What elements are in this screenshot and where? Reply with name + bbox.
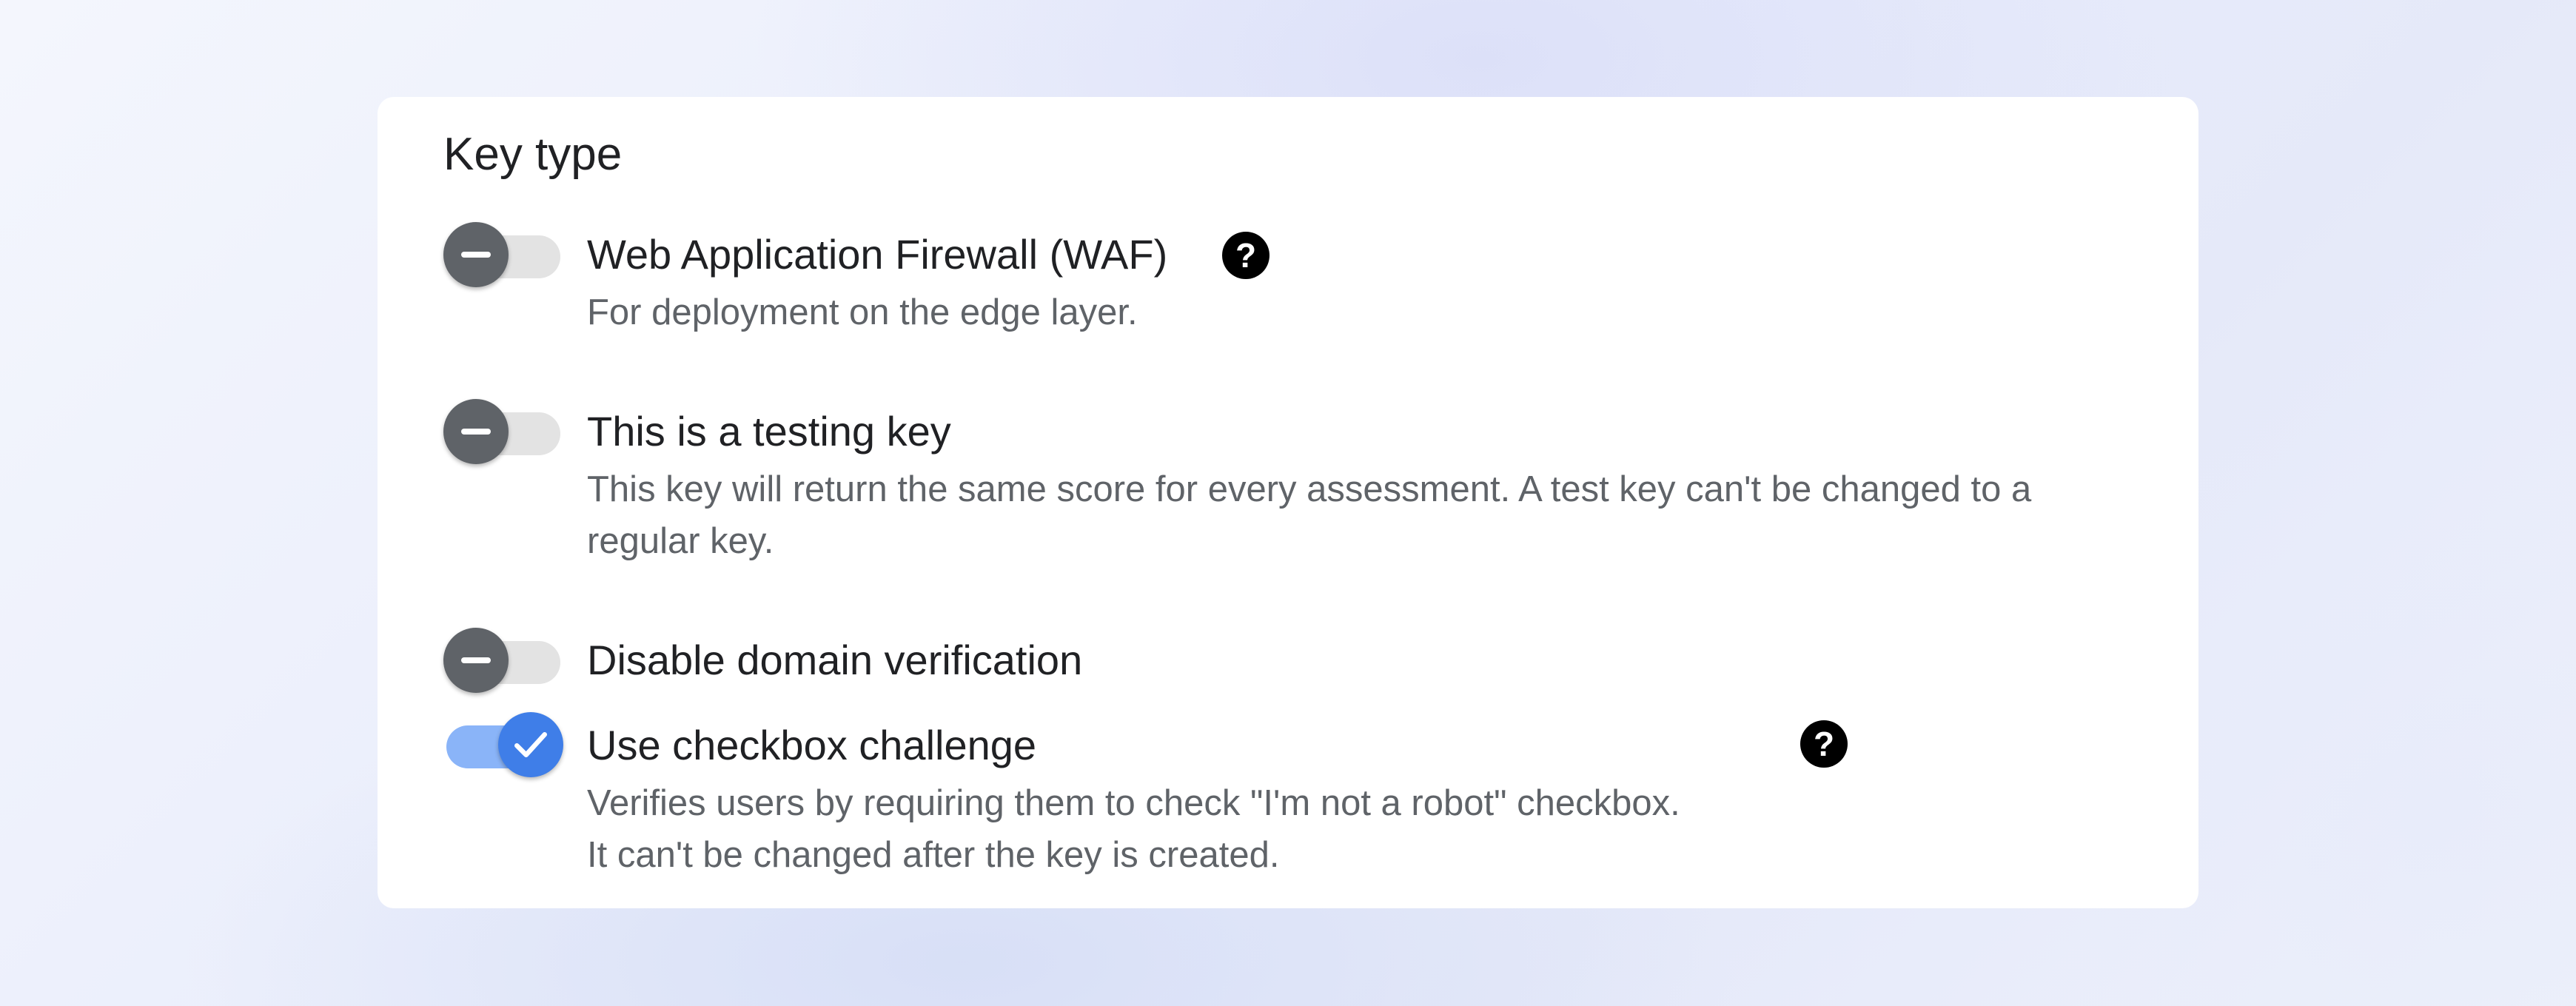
- help-circle-icon[interactable]: ?: [1800, 720, 1848, 768]
- checkbox-challenge-toggle[interactable]: [443, 709, 563, 777]
- minus-icon: [461, 429, 491, 435]
- testing-key-description: This key will return the same score for …: [587, 469, 2032, 561]
- minus-icon: [461, 657, 491, 663]
- waf-toggle[interactable]: [443, 219, 563, 287]
- toggle-thumb: [498, 712, 563, 777]
- checkbox-challenge-label: Use checkbox challenge: [587, 722, 1037, 768]
- toggle-thumb: [443, 628, 509, 693]
- key-type-card: Key type Web Application Firewall (WAF) …: [378, 97, 2198, 908]
- toggle-thumb: [443, 399, 509, 464]
- toggle-thumb: [443, 222, 509, 287]
- waf-label: Web Application Firewall (WAF): [587, 231, 1168, 278]
- waf-description: For deployment on the edge layer.: [587, 292, 1138, 332]
- checkbox-challenge-description-line1: Verifies users by requiring them to chec…: [587, 783, 1680, 823]
- help-circle-icon[interactable]: ?: [1222, 232, 1269, 279]
- check-icon: [514, 732, 547, 757]
- checkbox-challenge-description-line2: It can't be changed after the key is cre…: [587, 835, 1280, 875]
- card-title: Key type: [443, 129, 623, 180]
- disable-domain-verification-toggle[interactable]: [443, 625, 563, 693]
- disable-domain-verification-label: Disable domain verification: [587, 637, 1083, 683]
- minus-icon: [461, 252, 491, 258]
- testing-key-toggle[interactable]: [443, 396, 563, 464]
- testing-key-label: This is a testing key: [587, 408, 951, 455]
